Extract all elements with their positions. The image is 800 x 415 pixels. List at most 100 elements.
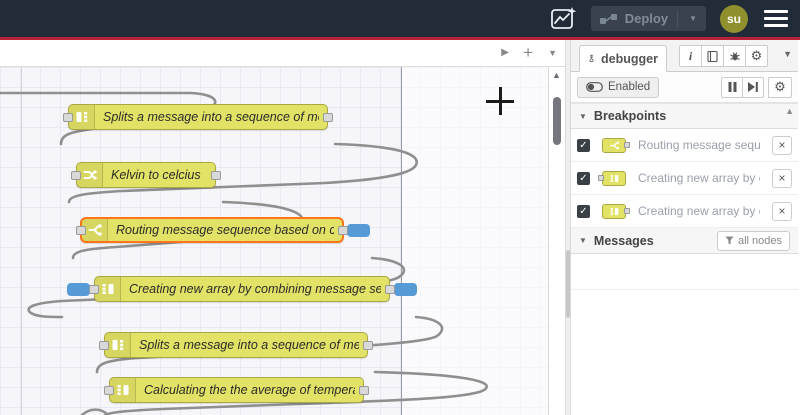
funnel-icon xyxy=(725,236,734,245)
wire[interactable] xyxy=(80,408,109,415)
info-button[interactable]: i xyxy=(679,45,702,67)
node-port-output[interactable] xyxy=(323,112,333,122)
step-icon xyxy=(748,82,758,92)
breakpoint-label: Routing message sequence ba xyxy=(638,138,760,152)
debugger-settings-button[interactable]: ⚙ xyxy=(768,76,792,98)
sidebar-tab-bar: debugger i ⚙ ▼ xyxy=(571,40,798,72)
flow-node[interactable]: Splits a message into a sequence of mess… xyxy=(99,332,373,358)
tab-debugger[interactable]: debugger xyxy=(579,45,667,72)
flow-node[interactable]: Routing message sequence based on condit… xyxy=(76,217,370,243)
crosshair-cursor xyxy=(486,87,514,115)
chevron-down-icon: ▼ xyxy=(579,111,587,121)
flow-snapshot-button[interactable] xyxy=(550,6,577,31)
breakpoints-list: ✓ Routing message sequence ba × ✓ Creati… xyxy=(571,129,798,228)
flow-node[interactable]: Splits a message into a sequence of mess… xyxy=(63,104,333,130)
breakpoints-section-header[interactable]: ▼ Breakpoints xyxy=(571,103,798,129)
join-icon xyxy=(102,284,113,294)
debug-bug-button[interactable] xyxy=(723,45,746,67)
canvas-scrollbar-thumb[interactable] xyxy=(553,97,561,145)
app-header: Deploy ▼ su xyxy=(0,0,800,37)
filter-label: all nodes xyxy=(737,234,782,247)
node-label: Splits a message into a sequence of mess… xyxy=(139,338,359,352)
step-button[interactable] xyxy=(742,76,764,98)
breakpoint-row: ✓ Creating new array by combini × xyxy=(571,195,798,228)
node-port-output[interactable] xyxy=(385,284,395,294)
join-icon xyxy=(117,385,128,395)
playback-buttons xyxy=(721,76,764,98)
breakpoint-checkbox[interactable]: ✓ xyxy=(577,138,590,152)
breakpoint-marker[interactable] xyxy=(394,282,417,296)
node-port-output[interactable] xyxy=(338,225,348,235)
flow-node[interactable]: Calculating the the average of temperatu… xyxy=(104,377,369,403)
debugger-toolbar: Enabled ⚙ xyxy=(571,72,798,103)
node-port-input[interactable] xyxy=(104,385,114,395)
avatar-initials: su xyxy=(726,11,741,26)
split-icon xyxy=(112,340,123,350)
breakpoint-node-icon xyxy=(598,170,626,186)
pause-icon xyxy=(728,82,736,92)
hamburger-icon xyxy=(764,9,788,13)
main-menu-button[interactable] xyxy=(762,6,790,32)
breakpoint-row: ✓ Routing message sequence ba × xyxy=(571,129,798,162)
node-label: Calculating the the average of temperatu… xyxy=(144,383,355,397)
join-icon xyxy=(610,174,618,182)
tab-debugger-label: debugger xyxy=(601,51,658,66)
node-port-input[interactable] xyxy=(76,225,86,235)
messages-section-header[interactable]: ▼ Messages all nodes xyxy=(571,228,798,254)
flow-list-button[interactable]: ▼ xyxy=(548,44,557,62)
messages-title: Messages xyxy=(593,233,654,248)
flow-node[interactable]: Creating new array by combining message … xyxy=(67,276,417,302)
pause-button[interactable] xyxy=(721,76,743,98)
node-port-input[interactable] xyxy=(63,112,73,122)
mini-port-icon xyxy=(598,175,604,181)
node-port-output[interactable] xyxy=(211,170,221,180)
sidebar-scroll-up-icon[interactable]: ▲ xyxy=(785,106,794,116)
sparkle-chart-icon xyxy=(550,7,576,29)
node-label: Kelvin to celcius xyxy=(111,168,201,182)
flow-node[interactable]: Kelvin to celcius xyxy=(71,162,221,188)
remove-breakpoint-button[interactable]: × xyxy=(772,135,792,155)
settings-gear-button[interactable]: ⚙ xyxy=(745,45,768,67)
node-port-output[interactable] xyxy=(363,340,373,350)
chevron-down-icon: ▼ xyxy=(579,236,587,245)
remove-breakpoint-button[interactable]: × xyxy=(772,201,792,221)
node-port-input[interactable] xyxy=(89,284,99,294)
node-port-input[interactable] xyxy=(99,340,109,350)
scroll-up-arrow-icon[interactable]: ▲ xyxy=(552,70,561,80)
user-avatar[interactable]: su xyxy=(720,4,748,33)
flask-icon xyxy=(589,54,594,62)
node-port-output[interactable] xyxy=(359,385,369,395)
run-flows-button[interactable]: ▶ xyxy=(501,44,509,62)
toggle-icon xyxy=(586,82,603,92)
remove-breakpoint-button[interactable]: × xyxy=(772,168,792,188)
splitter-grip[interactable] xyxy=(566,250,570,318)
breakpoint-node-icon xyxy=(602,203,630,219)
breakpoint-label: Creating new array by combini xyxy=(638,171,760,185)
node-label: Creating new array by combining message … xyxy=(129,282,381,296)
debugger-enabled-toggle[interactable]: Enabled xyxy=(577,76,660,98)
help-book-button[interactable] xyxy=(701,45,724,67)
gear-icon: ⚙ xyxy=(774,79,786,94)
breakpoint-node-icon xyxy=(602,137,630,153)
switch-icon xyxy=(88,224,102,236)
breakpoint-marker[interactable] xyxy=(67,282,90,296)
deploy-separator xyxy=(677,10,679,27)
node-port-input[interactable] xyxy=(71,170,81,180)
message-filter-button[interactable]: all nodes xyxy=(716,230,790,251)
deploy-options-caret[interactable]: ▼ xyxy=(685,14,697,23)
switch-icon xyxy=(609,141,619,149)
canvas-vertical-scrollbar[interactable]: ▲ xyxy=(548,67,565,415)
enabled-label: Enabled xyxy=(608,81,651,93)
mini-port-icon xyxy=(624,208,630,214)
breakpoint-marker[interactable] xyxy=(347,223,370,237)
breakpoint-checkbox[interactable]: ✓ xyxy=(577,171,590,185)
messages-empty-area xyxy=(571,254,798,290)
deploy-node-icon xyxy=(599,13,617,24)
flow-canvas[interactable]: Splits a message into a sequence of mess… xyxy=(0,67,548,415)
add-flow-button[interactable]: + xyxy=(523,44,533,62)
sidebar-collapse-button[interactable]: ▼ xyxy=(783,49,792,59)
info-icon: i xyxy=(688,48,693,63)
deploy-button[interactable]: Deploy ▼ xyxy=(590,6,706,31)
breakpoint-checkbox[interactable]: ✓ xyxy=(577,204,590,218)
split-icon xyxy=(76,112,87,122)
